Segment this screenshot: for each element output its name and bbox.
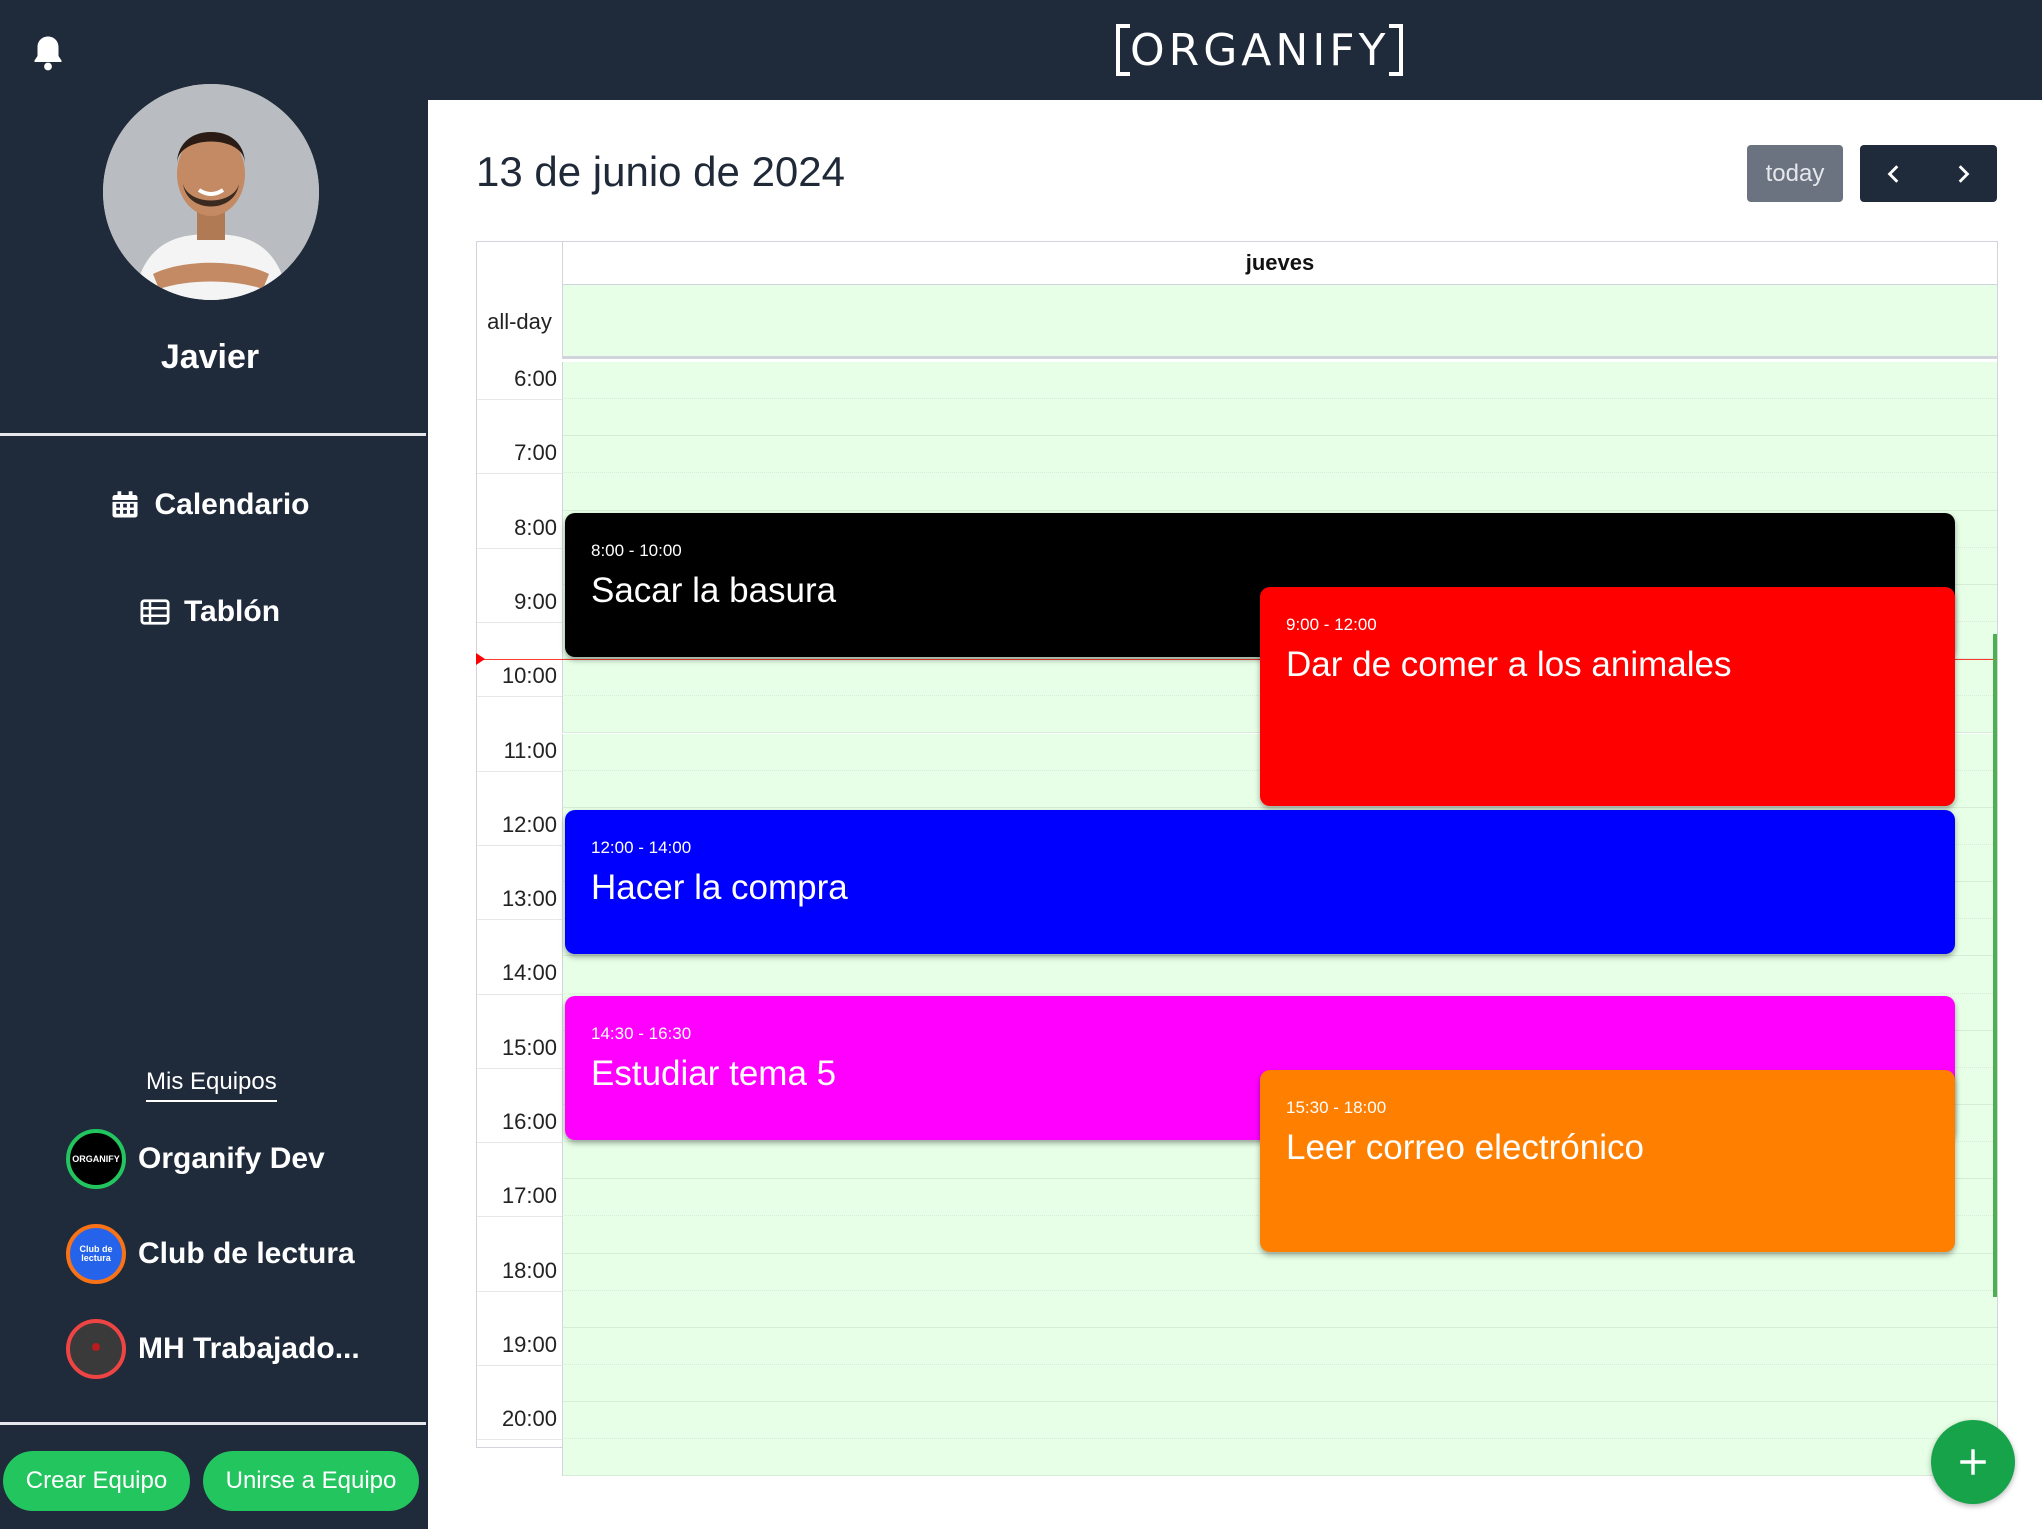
nav-item-label: Calendario: [154, 488, 310, 521]
avatar[interactable]: [103, 84, 319, 300]
calendar-date-title: 13 de junio de 2024: [476, 148, 845, 195]
plus-icon: [1960, 1449, 1986, 1475]
logo-bracket-left: [1116, 24, 1130, 76]
time-grid: 6:00 7:00 8:00 9:00 10:00 11:00 12:00 13:00 14:0…: [476, 362, 1997, 1477]
time-divider: [477, 844, 562, 846]
event-time: 8:00 - 10:00: [591, 540, 682, 560]
time-divider: [477, 1142, 562, 1144]
create-team-button[interactable]: Crear Equipo: [3, 1451, 190, 1511]
time-label: 8:00: [514, 514, 557, 540]
time-divider: [477, 1067, 562, 1069]
time-label: 9:00: [514, 588, 557, 614]
teams-title: Mis Equipos: [146, 1068, 277, 1102]
logo-text: ORGANIFY: [1130, 24, 1390, 76]
event-time: 14:30 - 16:30: [591, 1023, 692, 1043]
scrollbar-indicator: [1993, 634, 1997, 1297]
time-divider: [477, 1216, 562, 1218]
team-logo: ORGANIFY: [66, 1129, 126, 1189]
time-divider: [477, 1365, 562, 1367]
time-label: 13:00: [501, 886, 557, 912]
time-slot[interactable]: [562, 362, 1997, 400]
nav-item-tablon[interactable]: Tablón: [0, 595, 420, 629]
prev-day-button[interactable]: [1860, 145, 1929, 202]
top-header: ORGANIFY: [428, 0, 2042, 100]
time-divider: [477, 1439, 562, 1441]
sidebar-divider: [0, 1422, 426, 1425]
allday-label: all-day: [487, 309, 552, 334]
join-team-button[interactable]: Unirse a Equipo: [203, 1451, 419, 1511]
time-slot[interactable]: [562, 1439, 1997, 1477]
time-label: 19:00: [501, 1331, 557, 1357]
time-slot[interactable]: [562, 1402, 1997, 1440]
time-label: 12:00: [501, 811, 557, 837]
time-divider: [477, 696, 562, 698]
time-label: 18:00: [501, 1257, 557, 1283]
time-slot[interactable]: [562, 473, 1997, 511]
team-item-club-de-lectura[interactable]: Club de lectura Club de lectura: [66, 1224, 355, 1284]
time-label: 15:00: [501, 1034, 557, 1060]
next-day-button[interactable]: [1929, 145, 1998, 202]
main-content: 13 de junio de 2024 today jueves all-day…: [428, 100, 2042, 1529]
calendar-event[interactable]: 9:00 - 12:00 Dar de comer a los animales: [1260, 586, 1955, 806]
event-title: Dar de comer a los animales: [1286, 644, 1732, 684]
event-time: 12:00 - 14:00: [591, 837, 692, 857]
time-label: 6:00: [514, 366, 557, 391]
team-item-organify-dev[interactable]: ORGANIFY Organify Dev: [66, 1129, 325, 1189]
allday-cell[interactable]: [562, 285, 1997, 359]
user-name: Javier: [160, 338, 260, 376]
time-label: 16:00: [501, 1109, 557, 1134]
chevron-right-icon: [1958, 164, 1970, 183]
time-divider: [477, 1290, 562, 1292]
event-time: 15:30 - 18:00: [1286, 1097, 1387, 1117]
time-label: 20:00: [501, 1406, 557, 1432]
time-divider: [477, 547, 562, 549]
team-name: Organify Dev: [138, 1142, 325, 1175]
time-label: 14:00: [501, 960, 557, 986]
table-icon: [140, 599, 170, 625]
time-divider: [477, 622, 562, 624]
time-label: 10:00: [501, 663, 557, 689]
time-divider: [477, 993, 562, 995]
add-event-button[interactable]: [1931, 1420, 2015, 1504]
nav-item-calendario[interactable]: Calendario: [0, 488, 420, 522]
nav-item-label: Tablón: [183, 595, 281, 628]
day-column-header: jueves: [562, 242, 1997, 285]
calendar-icon: [112, 491, 138, 518]
today-button[interactable]: today: [1747, 145, 1843, 202]
event-time: 9:00 - 12:00: [1286, 614, 1377, 634]
sidebar-divider: [0, 433, 426, 436]
calendar-event[interactable]: 15:30 - 18:00 Leer correo electrónico: [1260, 1069, 1955, 1252]
app-logo[interactable]: ORGANIFY: [1116, 24, 1404, 76]
team-logo: Club de lectura: [66, 1224, 126, 1284]
chevron-left-icon: [1887, 164, 1899, 183]
team-name: MH Trabajado...: [138, 1332, 360, 1365]
time-slot[interactable]: [562, 1253, 1997, 1291]
time-divider: [477, 399, 562, 401]
calendar-event[interactable]: 12:00 - 14:00 Hacer la compra: [565, 809, 1955, 955]
time-divider: [477, 770, 562, 772]
logo-bracket-right: [1389, 24, 1404, 76]
time-slot[interactable]: [562, 436, 1997, 474]
time-label: 7:00: [514, 440, 557, 466]
time-slot[interactable]: [562, 1327, 1997, 1366]
event-title: Hacer la compra: [591, 867, 848, 907]
team-name: Club de lectura: [138, 1237, 355, 1270]
time-divider: [477, 919, 562, 921]
time-slot[interactable]: [562, 956, 1997, 994]
time-divider: [477, 473, 562, 475]
time-slot[interactable]: [562, 1365, 1997, 1403]
time-label: 11:00: [503, 737, 557, 763]
now-indicator-arrow: [476, 653, 485, 666]
team-logo: [66, 1319, 126, 1379]
time-slot[interactable]: [562, 399, 1997, 437]
time-slot[interactable]: [562, 1290, 1997, 1328]
bell-icon[interactable]: [30, 33, 66, 73]
event-title: Leer correo electrónico: [1286, 1127, 1644, 1167]
sidebar: Javier Calendario Tablón Mis Equipos ORG…: [0, 0, 428, 1529]
time-label: 17:00: [501, 1183, 557, 1209]
calendar-grid: jueves all-day 6:00 7:00 8:00 9:00 10:00 11:0…: [476, 241, 1998, 1477]
date-nav-group: [1860, 145, 1997, 202]
team-item-mh-trabajado[interactable]: MH Trabajado...: [66, 1319, 360, 1379]
